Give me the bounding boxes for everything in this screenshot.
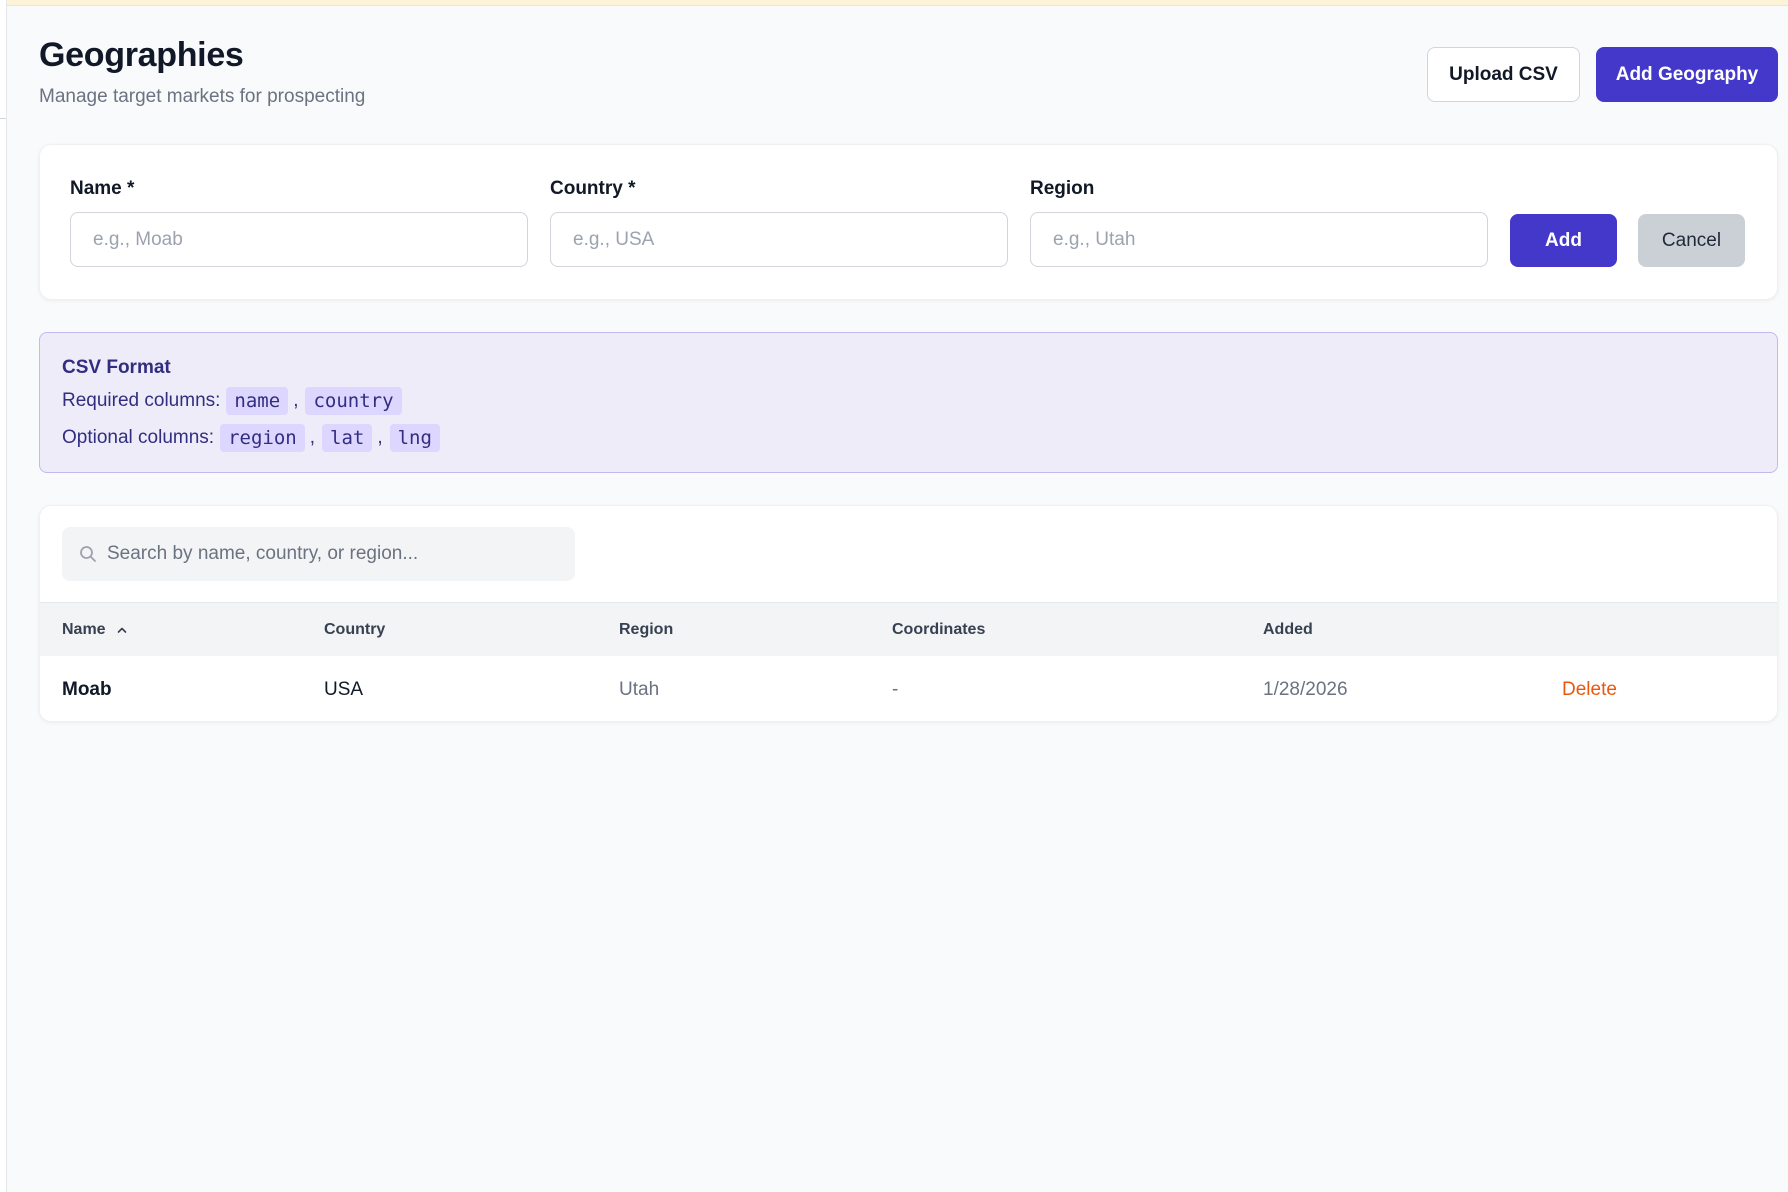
cancel-button[interactable]: Cancel xyxy=(1638,214,1745,267)
cell-added: 1/28/2026 xyxy=(1263,678,1348,700)
column-header-country[interactable]: Country xyxy=(324,603,385,657)
table-header: Name Country Region Coordinates Added xyxy=(40,602,1777,657)
column-separator: , xyxy=(377,427,383,448)
column-header-name-label: Name xyxy=(62,621,106,638)
column-separator: , xyxy=(309,427,315,448)
column-chip-lng: lng xyxy=(389,424,440,452)
column-chip-country: country xyxy=(305,387,402,415)
country-input[interactable] xyxy=(550,212,1008,267)
column-header-region[interactable]: Region xyxy=(619,603,673,657)
column-header-name[interactable]: Name xyxy=(62,603,128,657)
search-box[interactable] xyxy=(62,527,575,581)
upload-csv-button[interactable]: Upload CSV xyxy=(1427,47,1580,102)
name-field-label: Name * xyxy=(70,178,135,199)
country-field-label: Country * xyxy=(550,178,636,199)
page-subtitle: Manage target markets for prospecting xyxy=(39,86,366,107)
geographies-table-card: Name Country Region Coordinates Added Mo… xyxy=(39,505,1778,722)
sidebar-divider xyxy=(0,118,6,127)
column-header-added[interactable]: Added xyxy=(1263,603,1313,657)
column-header-coordinates[interactable]: Coordinates xyxy=(892,603,985,657)
add-button[interactable]: Add xyxy=(1510,214,1617,267)
delete-button[interactable]: Delete xyxy=(1562,656,1617,721)
column-chip-lat: lat xyxy=(322,424,373,452)
region-input[interactable] xyxy=(1030,212,1488,267)
sidebar-edge xyxy=(0,0,7,1192)
region-field-label: Region xyxy=(1030,178,1095,199)
column-chip-name: name xyxy=(226,387,289,415)
column-chip-region: region xyxy=(220,424,305,452)
name-input[interactable] xyxy=(70,212,528,267)
optional-columns-label: Optional columns: xyxy=(62,427,215,448)
cell-region: Utah xyxy=(619,678,660,700)
search-icon xyxy=(80,546,96,562)
table-row: Moab USA Utah - 1/28/2026 Delete xyxy=(40,656,1777,721)
cell-country: USA xyxy=(324,678,364,700)
top-banner-strip xyxy=(0,0,1788,6)
page-title: Geographies xyxy=(39,36,244,74)
required-columns-row: Required columns: name, country xyxy=(62,387,406,415)
csv-format-title: CSV Format xyxy=(62,357,171,378)
cell-coordinates: - xyxy=(892,678,899,700)
column-separator: , xyxy=(293,390,299,411)
csv-format-info-box: CSV Format Required columns: name, count… xyxy=(39,332,1778,473)
cell-name: Moab xyxy=(62,678,112,700)
add-geography-button[interactable]: Add Geography xyxy=(1596,47,1778,102)
required-columns-label: Required columns: xyxy=(62,390,221,411)
optional-columns-row: Optional columns: region, lat, lng xyxy=(62,424,444,452)
sort-ascending-icon xyxy=(117,627,126,633)
search-input[interactable] xyxy=(107,527,567,581)
